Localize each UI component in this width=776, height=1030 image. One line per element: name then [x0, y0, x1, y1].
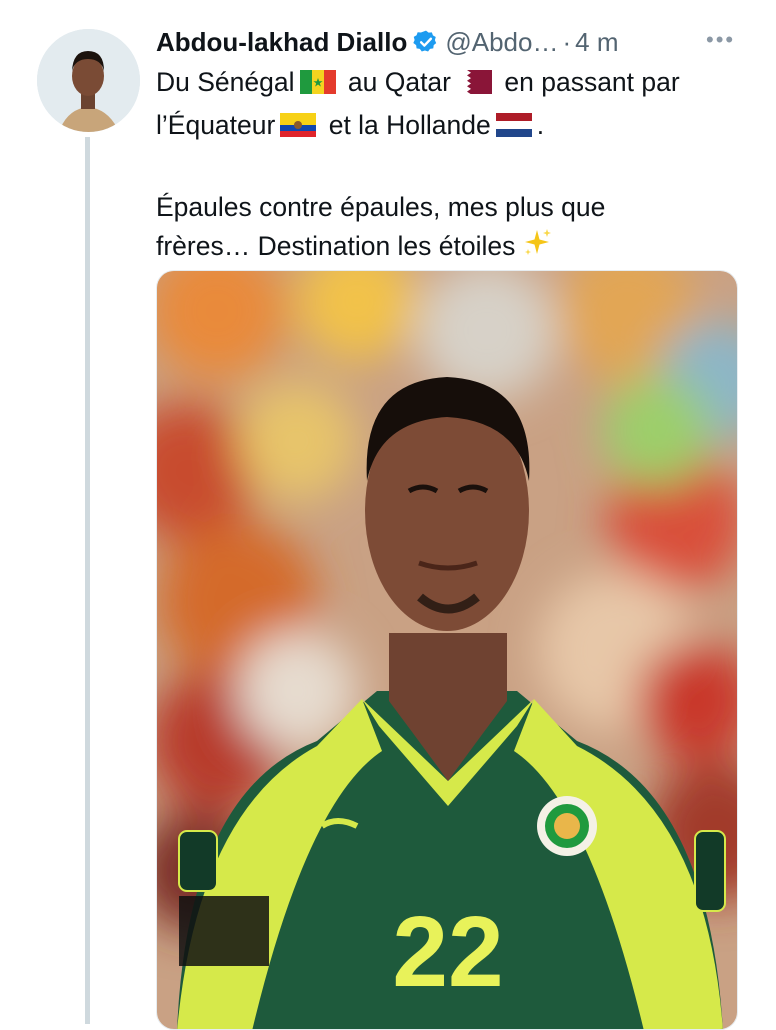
avatar-image: [37, 29, 140, 132]
text-segment: Du Sénégal: [156, 67, 295, 97]
author-name[interactable]: Abdou-lakhad Diallo: [156, 27, 407, 58]
text-segment: frères… Destination les étoiles: [156, 231, 516, 261]
player-photo: 22: [157, 271, 737, 1029]
ecuador-flag-icon: [280, 109, 317, 149]
author-handle[interactable]: @Abdo…: [445, 27, 558, 58]
thread-line: [85, 137, 90, 1024]
qatar-flag-icon: [456, 66, 492, 106]
jersey-number: 22: [392, 896, 503, 1008]
tweet-line-1: Du Sénégal au Qatar en passant par: [156, 63, 756, 106]
tweet-header: Abdou-lakhad Diallo @Abdo… · 4 m: [156, 24, 756, 60]
author-avatar[interactable]: [37, 29, 140, 132]
tweet-line-3: Épaules contre épaules, mes plus que: [156, 191, 606, 222]
verified-badge-icon: [413, 29, 439, 55]
tweet-media-photo[interactable]: 22: [156, 270, 738, 1030]
text-segment: en passant par: [504, 67, 680, 97]
tweet-line-4: frères… Destination les étoiles: [156, 227, 756, 271]
text-segment: au Qatar: [347, 67, 451, 97]
tweet-line-2: l’Équateur et la Hollande.: [156, 106, 756, 149]
timestamp[interactable]: 4 m: [575, 27, 618, 58]
text-segment: et la Hollande: [328, 109, 491, 140]
more-horizontal-icon[interactable]: •••: [706, 29, 738, 51]
senegal-flag-icon: [299, 66, 336, 106]
separator-dot: ·: [562, 26, 572, 57]
netherlands-flag-icon: [495, 109, 532, 149]
tweet-text: Du Sénégal au Qatar en passant par l’Équ…: [156, 63, 756, 271]
text-segment: .: [536, 109, 545, 140]
sparkles-icon: [521, 227, 553, 271]
text-segment: l’Équateur: [156, 109, 276, 140]
